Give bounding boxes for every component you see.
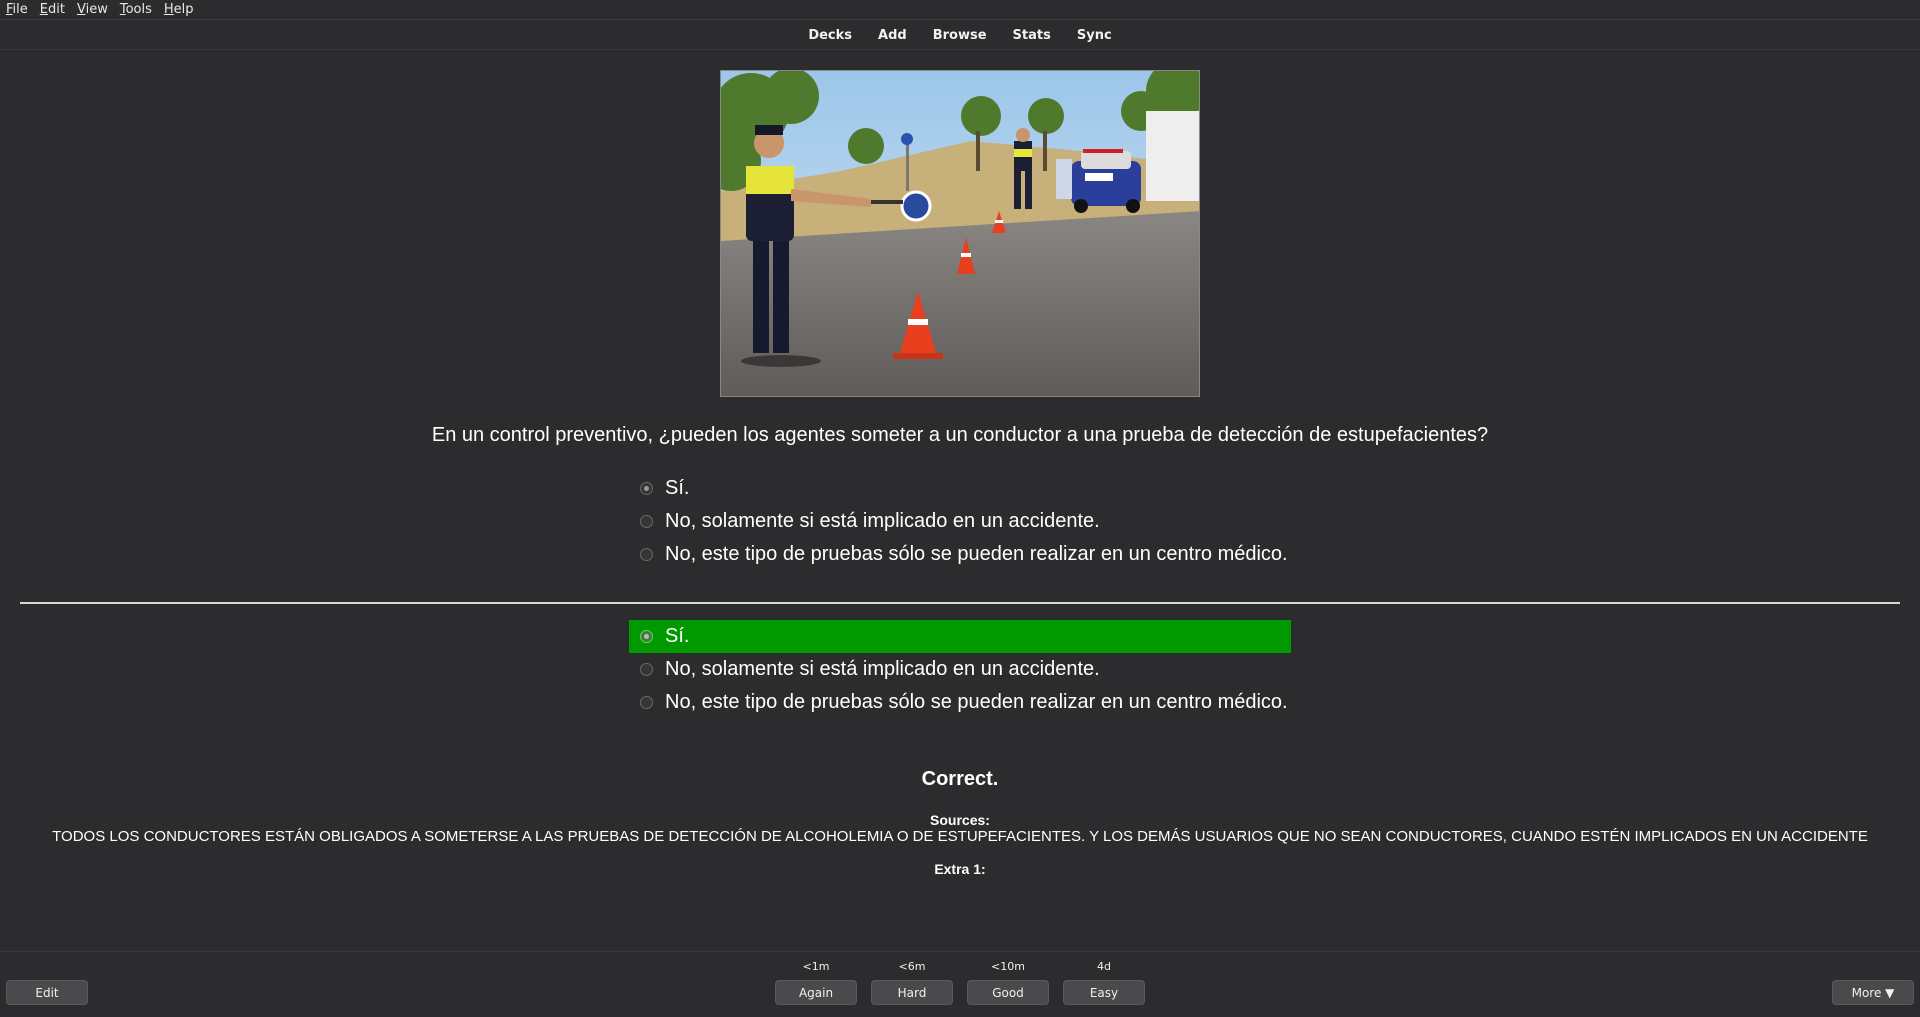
good-button[interactable]: Good: [967, 980, 1049, 1005]
menu-tools[interactable]: Tools: [120, 2, 152, 17]
menu-file[interactable]: File: [6, 2, 28, 17]
question-photo: [720, 70, 1200, 397]
radio-icon[interactable]: [640, 515, 653, 528]
front-option[interactable]: No, este tipo de pruebas sólo se pueden …: [629, 538, 1291, 571]
again-button[interactable]: Again: [775, 980, 857, 1005]
option-label: No, solamente si está implicado en un ac…: [665, 510, 1100, 532]
result-text: Correct.: [921, 768, 999, 790]
hard-interval: <6m: [898, 960, 926, 973]
menu-edit[interactable]: Edit: [40, 2, 65, 17]
toolbar-browse-link[interactable]: Browse: [933, 28, 987, 43]
edit-button[interactable]: Edit: [6, 980, 88, 1005]
back-options-list: Sí. No, solamente si está implicado en u…: [629, 620, 1291, 719]
radio-icon: [640, 696, 653, 709]
option-label: Sí.: [665, 477, 690, 499]
option-label: No, este tipo de pruebas sólo se pueden …: [665, 543, 1288, 565]
good-interval: <10m: [991, 960, 1025, 973]
radio-selected-icon: [640, 630, 653, 643]
sources-label: Sources:: [930, 812, 990, 828]
main-toolbar: Decks Add Browse Stats Sync: [0, 21, 1920, 50]
menu-help[interactable]: Help: [164, 2, 194, 17]
question-text: En un control preventivo, ¿pueden los ag…: [431, 424, 1489, 446]
hard-button[interactable]: Hard: [871, 980, 953, 1005]
police-checkpoint-image: [721, 71, 1199, 396]
extra-label: Extra 1:: [934, 861, 986, 877]
toolbar-decks-link[interactable]: Decks: [808, 28, 852, 43]
toolbar-stats-link[interactable]: Stats: [1013, 28, 1051, 43]
radio-icon[interactable]: [640, 548, 653, 561]
card-view: En un control preventivo, ¿pueden los ag…: [0, 51, 1920, 951]
sources-text: TODOS LOS CONDUCTORES ESTÁN OBLIGADOS A …: [52, 828, 1868, 845]
back-option-correct: Sí.: [629, 620, 1291, 653]
menu-view[interactable]: View: [77, 2, 108, 17]
easy-interval: 4d: [1097, 960, 1111, 973]
more-button[interactable]: More ▼: [1832, 980, 1914, 1005]
option-label: No, este tipo de pruebas sólo se pueden …: [665, 691, 1288, 713]
back-option: No, este tipo de pruebas sólo se pueden …: [629, 686, 1291, 719]
radio-icon: [640, 663, 653, 676]
answer-divider: [20, 602, 1900, 604]
radio-selected-icon[interactable]: [640, 482, 653, 495]
menu-bar: File Edit View Tools Help: [0, 0, 1920, 20]
again-interval: <1m: [802, 960, 830, 973]
back-option: No, solamente si está implicado en un ac…: [629, 653, 1291, 686]
front-option[interactable]: Sí.: [629, 472, 1291, 505]
reviewer-bottom-bar: Edit <1m <6m <10m 4d Again Hard Good Eas…: [0, 951, 1920, 1017]
option-label: Sí.: [665, 625, 690, 647]
front-option[interactable]: No, solamente si está implicado en un ac…: [629, 505, 1291, 538]
toolbar-add-link[interactable]: Add: [878, 28, 907, 43]
front-options-list: Sí. No, solamente si está implicado en u…: [629, 472, 1291, 571]
toolbar-sync-link[interactable]: Sync: [1077, 28, 1112, 43]
easy-button[interactable]: Easy: [1063, 980, 1145, 1005]
option-label: No, solamente si está implicado en un ac…: [665, 658, 1100, 680]
